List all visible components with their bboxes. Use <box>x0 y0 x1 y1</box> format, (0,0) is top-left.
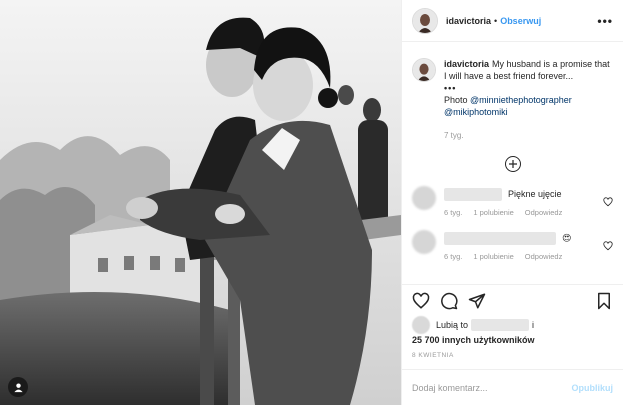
comment-meta: 6 tyg. 1 polubienie Odpowiedz <box>444 208 603 217</box>
plus-circle-icon <box>508 160 517 168</box>
heart-icon <box>412 292 430 309</box>
caption-photo-credit: Photo @minniethephotographer <box>444 94 613 106</box>
comment-button[interactable] <box>438 290 460 312</box>
user-tag-icon[interactable] <box>8 377 28 397</box>
comment-time[interactable]: 6 tyg. <box>444 252 462 261</box>
comment-text: 😍 <box>562 232 572 243</box>
likes-count[interactable]: 25 700 innych użytkowników <box>412 334 613 346</box>
liker-username[interactable] <box>471 319 530 331</box>
heart-icon[interactable] <box>603 196 613 207</box>
person-tag-icon <box>13 382 23 392</box>
photo-credit-label: Photo <box>444 95 468 105</box>
caption-body: idavictoria My husband is a promise that … <box>444 58 613 142</box>
post-header: idavictoria • Obserwuj ••• <box>402 0 623 42</box>
comment-input[interactable] <box>412 382 572 393</box>
caption-avatar[interactable] <box>412 58 436 82</box>
reply-button[interactable]: Odpowiedz <box>525 208 563 217</box>
share-icon <box>468 293 486 308</box>
save-button[interactable] <box>593 290 615 312</box>
liker-avatar[interactable] <box>412 316 430 334</box>
heart-icon[interactable] <box>603 240 613 251</box>
load-more-button[interactable] <box>504 156 521 172</box>
more-options-button[interactable]: ••• <box>597 14 613 28</box>
comment-username[interactable] <box>444 231 556 245</box>
comment-username[interactable] <box>444 187 502 201</box>
post-date[interactable]: 8 KWIETNIA <box>402 346 623 369</box>
action-bar <box>402 284 623 316</box>
share-button[interactable] <box>466 290 488 312</box>
comment-meta: 6 tyg. 1 polubienie Odpowiedz <box>444 252 603 261</box>
reply-button[interactable]: Odpowiedz <box>525 252 563 261</box>
publish-button[interactable]: Opublikuj <box>572 383 614 393</box>
comment-likes[interactable]: 1 polubienie <box>473 208 513 217</box>
comment-text: Piękne ujęcie <box>508 189 562 199</box>
header-username[interactable]: idavictoria <box>446 16 491 26</box>
comment-likes[interactable]: 1 polubienie <box>473 252 513 261</box>
comment-avatar[interactable] <box>412 230 436 254</box>
comment-item: Piękne ujęcie 6 tyg. 1 polubienie Odpowi… <box>412 186 613 217</box>
comment-item: 😍 6 tyg. 1 polubienie Odpowiedz <box>412 230 613 261</box>
likes-row: Lubią to i <box>412 316 613 334</box>
post-details-panel: idavictoria • Obserwuj ••• idavictoria My… <box>401 0 623 405</box>
add-comment-bar: Opublikuj <box>402 369 623 405</box>
mention-link[interactable]: @mikiphotomiki <box>444 106 613 118</box>
comment-main: 😍 6 tyg. 1 polubienie Odpowiedz <box>444 230 603 261</box>
comments-section[interactable]: idavictoria My husband is a promise that … <box>402 42 623 284</box>
comment-avatar[interactable] <box>412 186 436 210</box>
bookmark-icon <box>598 292 610 309</box>
likes-prefix: Lubią to <box>436 320 469 330</box>
post-photo[interactable] <box>0 0 401 405</box>
couple-photo-scene <box>0 0 401 405</box>
comment-line: Piękne ujęcie <box>444 186 603 202</box>
caption: idavictoria My husband is a promise that … <box>412 58 613 142</box>
mention-link[interactable]: @minniethephotographer <box>470 95 572 105</box>
profile-photo-icon <box>413 8 437 33</box>
profile-photo-icon <box>413 59 435 81</box>
load-more-comments <box>412 156 613 172</box>
follow-button[interactable]: Obserwuj <box>500 16 541 26</box>
caption-time[interactable]: 7 tyg. <box>444 130 613 142</box>
comment-line: 😍 <box>444 230 603 246</box>
avatar[interactable] <box>412 7 438 34</box>
comment-icon <box>441 292 458 309</box>
likes-summary: Lubią to i 25 700 innych użytkowników <box>402 316 623 346</box>
comment-time[interactable]: 6 tyg. <box>444 208 462 217</box>
caption-username[interactable]: idavictoria <box>444 59 489 69</box>
header-separator: • <box>494 15 498 26</box>
comment-main: Piękne ujęcie 6 tyg. 1 polubienie Odpowi… <box>444 186 603 217</box>
caption-ellipsis: ••• <box>444 83 457 93</box>
likes-and: i <box>532 320 535 330</box>
instagram-post: idavictoria • Obserwuj ••• idavictoria My… <box>0 0 623 405</box>
like-button[interactable] <box>410 290 432 312</box>
